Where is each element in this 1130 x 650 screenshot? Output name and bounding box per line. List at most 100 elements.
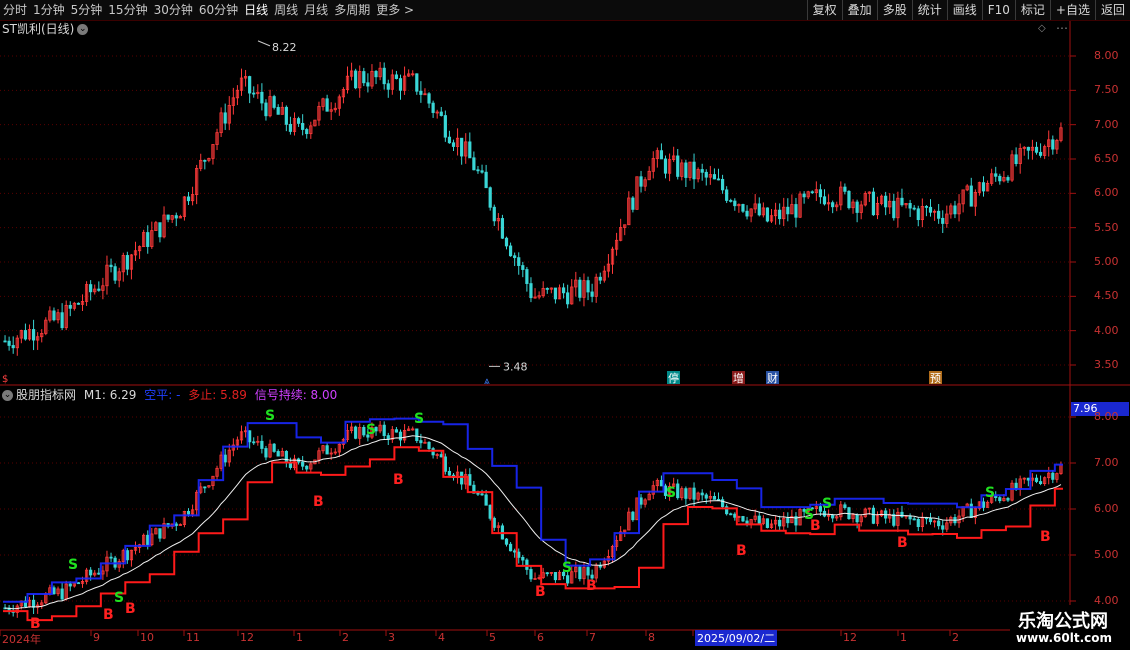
- indicator-axis-tick: 6.00: [1094, 502, 1119, 515]
- indicator-title-bar: ⌄ 股朋指标网 M1: 6.29 空平: - 多止: 5.89 信号持续: 8.0…: [2, 387, 337, 403]
- price-candle-body: [23, 330, 28, 340]
- indicator-candle-body: [488, 504, 492, 519]
- price-candle-body: [394, 74, 399, 79]
- price-candle-body: [186, 196, 191, 202]
- indicator-candle-body: [692, 487, 696, 500]
- expand-icon[interactable]: ⋯: [1056, 21, 1068, 35]
- indicator-candle-body: [529, 569, 533, 580]
- chevron-down-icon[interactable]: ⌄: [77, 24, 89, 35]
- price-candle-body: [125, 255, 129, 270]
- m1-line: [5, 435, 1062, 610]
- indicator-candle-body: [508, 543, 513, 552]
- indicator-candle-body: [125, 550, 129, 561]
- indicator-candle-body: [941, 525, 945, 530]
- date-axis-label: 6: [537, 631, 544, 644]
- date-axis-label: 2024年: [2, 633, 41, 646]
- price-candle-body: [158, 222, 162, 238]
- indicator-candle-body: [264, 448, 268, 458]
- indicator-candle-body: [284, 450, 288, 464]
- indicator-candle-body: [354, 426, 358, 439]
- price-candle-body: [590, 291, 594, 297]
- price-candle-body: [578, 279, 582, 298]
- indicator-candle-body: [252, 441, 256, 444]
- price-candle-body: [700, 169, 704, 173]
- indicator-candle-body: [419, 440, 423, 444]
- price-candle-body: [480, 170, 484, 173]
- buy-signal: B: [30, 616, 41, 632]
- indicator-candle-body: [969, 503, 973, 519]
- indicator-candle-body: [684, 488, 688, 499]
- price-candle-body: [712, 174, 717, 180]
- kongping-value: 空平: -: [144, 388, 181, 402]
- date-axis-label: 7: [589, 631, 596, 644]
- sell-signal: S: [985, 485, 995, 501]
- indicator-candle-body: [484, 494, 488, 506]
- main-chart-title: ST凯利(日线) ⌄: [2, 21, 89, 37]
- price-candle-body: [284, 106, 288, 125]
- date-axis-label: 1: [900, 631, 907, 644]
- indicator-candle-body: [712, 496, 717, 500]
- price-candle-body: [639, 176, 643, 187]
- price-candle-body: [720, 178, 725, 191]
- diamond-icon[interactable]: ◇: [1038, 23, 1046, 34]
- price-chart[interactable]: BB BBBB BBBB BSSSSSSSSSS 8.223.48停增财预$ ⩓: [0, 0, 1130, 650]
- indicator-candle-body: [1051, 472, 1055, 480]
- date-axis-label: 11: [186, 631, 200, 644]
- price-candle-body: [659, 150, 664, 160]
- signal-duration-value: 信号持续: 8.00: [254, 388, 338, 402]
- date-axis-label: 2: [342, 631, 349, 644]
- indicator-candle-body: [757, 515, 761, 524]
- indicator-candle-body: [97, 572, 101, 575]
- price-candle-body: [146, 232, 150, 247]
- date-axis-label: 12: [240, 631, 254, 644]
- indicator-candle-body: [203, 486, 207, 489]
- indicator-candle-body: [272, 443, 276, 452]
- high-marker-line: [257, 40, 271, 47]
- date-axis-label: 12: [843, 631, 857, 644]
- price-candle-body: [264, 102, 268, 117]
- indicator-candle-body: [89, 569, 93, 576]
- indicator-name[interactable]: 股朋指标网: [16, 388, 76, 402]
- indicator-candle-body: [704, 494, 708, 499]
- price-axis-tick: 4.00: [1094, 323, 1119, 337]
- indicator-candle-body: [415, 428, 419, 441]
- sell-signal: S: [265, 408, 275, 424]
- high-marker-label: 8.22: [272, 41, 297, 54]
- price-candle-body: [31, 329, 36, 341]
- price-candle-body: [765, 207, 770, 222]
- price-candle-body: [525, 269, 529, 284]
- indicator-candle-body: [398, 431, 403, 441]
- indicator-candle-body: [158, 528, 162, 539]
- duozhi-step-line: [3, 446, 1063, 622]
- indicator-axis-tick: 7.00: [1094, 456, 1119, 469]
- price-candle-body: [427, 93, 431, 104]
- price-candle-body: [260, 91, 264, 104]
- indicator-candle-body: [871, 507, 876, 524]
- price-candle-body: [288, 123, 293, 132]
- indicator-candle-body: [186, 511, 191, 515]
- price-candle-body: [272, 96, 276, 108]
- indicator-candle-body: [31, 599, 36, 608]
- price-candle-body: [1014, 154, 1018, 165]
- chevron-down-icon[interactable]: ⌄: [2, 390, 13, 401]
- indicator-candle-body: [52, 587, 56, 595]
- watermark: 乐淘公式网 www.60lt.com: [1010, 605, 1130, 650]
- price-candle-body: [716, 178, 721, 181]
- indicator-candle-body: [586, 567, 590, 576]
- indicator-candle-body: [778, 519, 782, 527]
- indicator-candle-body: [700, 492, 704, 496]
- sell-signal: S: [414, 411, 424, 427]
- buy-signal: B: [535, 584, 546, 600]
- indicator-candle-body: [305, 465, 309, 470]
- price-candle-body: [113, 266, 117, 281]
- indicator-candles: [3, 420, 1063, 618]
- date-axis-label: 2: [952, 631, 959, 644]
- indicator-candle-body: [223, 454, 227, 463]
- indicator-candle-body: [566, 575, 570, 584]
- date-axis-label: 4: [438, 631, 445, 644]
- price-candle-body: [704, 171, 708, 178]
- stock-title: ST凯利(日线): [2, 22, 75, 36]
- price-candle-body: [301, 122, 305, 130]
- price-candle-body: [692, 161, 696, 180]
- price-candle-body: [831, 202, 835, 208]
